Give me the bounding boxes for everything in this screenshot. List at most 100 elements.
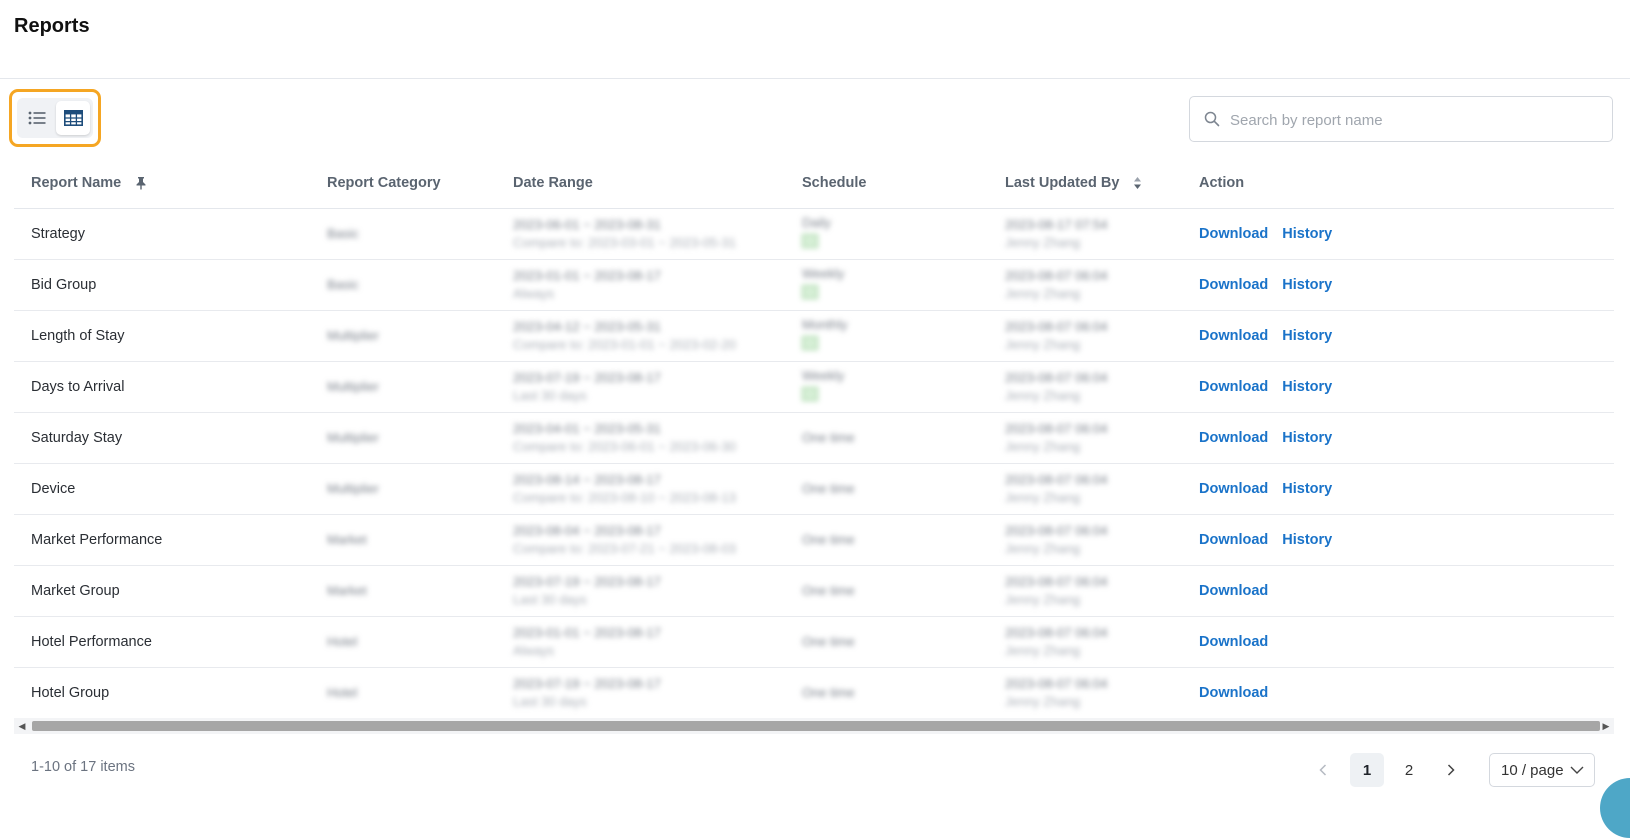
scroll-left-icon[interactable]: ◀ xyxy=(14,718,30,734)
schedule-calendar-icon xyxy=(802,285,818,299)
date-range-cell: 2023-08-04 ~ 2023-08-17 Compare to: 2023-… xyxy=(496,514,785,566)
table-row: Saturday Stay Multiplier 2023-04-01 ~ 2023… xyxy=(14,412,1614,464)
list-view-button[interactable] xyxy=(20,101,54,135)
history-link[interactable]: History xyxy=(1282,379,1332,395)
date-range-primary: 2023-08-04 ~ 2023-08-17 xyxy=(513,522,661,538)
download-link[interactable]: Download xyxy=(1199,226,1268,242)
page-2-button[interactable]: 2 xyxy=(1392,753,1426,787)
schedule-cell: Daily xyxy=(785,208,988,260)
last-updated-time: 2023-08-07 06:04 xyxy=(1005,522,1108,538)
page-header: Reports xyxy=(0,0,1630,79)
date-range-secondary: Last 30 days xyxy=(513,387,587,403)
last-updated-time: 2023-08-07 06:04 xyxy=(1005,573,1108,589)
search-input[interactable] xyxy=(1228,107,1602,133)
sort-icon[interactable] xyxy=(1133,176,1142,190)
report-category-cell: Multiplier xyxy=(310,310,496,362)
schedule-cell: Weekly xyxy=(785,259,988,311)
last-updated-user: Jenny Zhang xyxy=(1005,387,1081,403)
table-row: Strategy Basic 2023-06-01 ~ 2023-08-31 Comp… xyxy=(14,208,1614,260)
schedule-cell: One time xyxy=(785,463,988,515)
report-name-cell: Days to Arrival xyxy=(14,361,310,413)
schedule-calendar-icon xyxy=(802,336,818,350)
column-header-schedule: Schedule xyxy=(785,158,988,209)
date-range-cell: 2023-07-19 ~ 2023-08-17 Last 30 days xyxy=(496,667,785,718)
action-cell: Download xyxy=(1182,565,1614,617)
horizontal-scrollbar[interactable]: ◀ ▶ xyxy=(14,718,1614,734)
column-header-report-category: Report Category xyxy=(310,158,496,209)
schedule-value: One time xyxy=(802,531,855,547)
column-header-date-range: Date Range xyxy=(496,158,785,209)
pin-icon[interactable] xyxy=(135,176,147,190)
page-1-button[interactable]: 1 xyxy=(1350,753,1384,787)
report-category-cell: Market xyxy=(310,514,496,566)
table-row: Market Group Market 2023-07-19 ~ 2023-08-1… xyxy=(14,565,1614,617)
history-link[interactable]: History xyxy=(1282,328,1332,344)
column-header-report-name[interactable]: Report Name xyxy=(14,158,310,209)
page-title: Reports xyxy=(14,15,90,37)
date-range-primary: 2023-06-01 ~ 2023-08-31 xyxy=(513,216,661,232)
last-updated-cell: 2023-08-07 06:04 Jenny Zhang xyxy=(988,259,1182,311)
date-range-cell: 2023-04-12 ~ 2023-05-31 Compare to: 2023-… xyxy=(496,310,785,362)
date-range-cell: 2023-01-01 ~ 2023-08-17 Always xyxy=(496,616,785,668)
schedule-value: One time xyxy=(802,684,855,700)
download-link[interactable]: Download xyxy=(1199,685,1268,701)
history-link[interactable]: History xyxy=(1282,226,1332,242)
date-range-primary: 2023-08-14 ~ 2023-08-17 xyxy=(513,471,661,487)
column-header-last-updated-by[interactable]: Last Updated By xyxy=(988,158,1182,209)
date-range-secondary: Always xyxy=(513,285,555,301)
next-page-button[interactable] xyxy=(1434,753,1468,787)
action-cell: Download History xyxy=(1182,208,1614,260)
schedule-cell: One time xyxy=(785,667,988,718)
history-link[interactable]: History xyxy=(1282,481,1332,497)
download-link[interactable]: Download xyxy=(1199,328,1268,344)
report-category-cell: Multiplier xyxy=(310,361,496,413)
download-link[interactable]: Download xyxy=(1199,430,1268,446)
scroll-right-icon[interactable]: ▶ xyxy=(1598,718,1614,734)
column-header-action: Action xyxy=(1182,158,1614,209)
action-cell: Download History xyxy=(1182,412,1614,464)
reports-table-container: Report Name Report Category Date Range S… xyxy=(14,158,1614,718)
prev-page-button[interactable] xyxy=(1306,753,1340,787)
last-updated-time: 2023-08-07 06:04 xyxy=(1005,471,1108,487)
last-updated-user: Jenny Zhang xyxy=(1005,285,1081,301)
action-cell: Download xyxy=(1182,616,1614,668)
download-link[interactable]: Download xyxy=(1199,277,1268,293)
table-view-button[interactable] xyxy=(56,101,90,135)
report-category-cell: Basic xyxy=(310,259,496,311)
download-link[interactable]: Download xyxy=(1199,379,1268,395)
download-link[interactable]: Download xyxy=(1199,634,1268,650)
schedule-cell: One time xyxy=(785,565,988,617)
download-link[interactable]: Download xyxy=(1199,532,1268,548)
view-toggle xyxy=(9,89,101,147)
table-row: Hotel Performance Hotel 2023-01-01 ~ 2023-… xyxy=(14,616,1614,668)
schedule-cell: Weekly xyxy=(785,361,988,413)
date-range-primary: 2023-07-19 ~ 2023-08-17 xyxy=(513,573,661,589)
last-updated-cell: 2023-08-17 07:54 Jenny Zhang xyxy=(988,208,1182,260)
download-link[interactable]: Download xyxy=(1199,583,1268,599)
last-updated-cell: 2023-08-07 06:04 Jenny Zhang xyxy=(988,310,1182,362)
date-range-primary: 2023-01-01 ~ 2023-08-17 xyxy=(513,267,661,283)
date-range-cell: 2023-07-19 ~ 2023-08-17 Last 30 days xyxy=(496,361,785,413)
report-name-cell: Hotel Performance xyxy=(14,616,310,668)
schedule-cell: One time xyxy=(785,616,988,668)
last-updated-user: Jenny Zhang xyxy=(1005,489,1081,505)
search-box xyxy=(1189,96,1613,142)
date-range-secondary: Always xyxy=(513,642,555,658)
page-size-select[interactable]: 10 / page xyxy=(1489,753,1595,787)
date-range-cell: 2023-06-01 ~ 2023-08-31 Compare to: 2023-… xyxy=(496,208,785,260)
date-range-cell: 2023-04-01 ~ 2023-05-31 Compare to: 2023-… xyxy=(496,412,785,464)
chevron-right-icon xyxy=(1447,764,1455,776)
report-category-cell: Multiplier xyxy=(310,463,496,515)
report-name-cell: Bid Group xyxy=(14,259,310,311)
history-link[interactable]: History xyxy=(1282,532,1332,548)
date-range-secondary: Last 30 days xyxy=(513,591,587,607)
history-link[interactable]: History xyxy=(1282,277,1332,293)
scrollbar-thumb[interactable] xyxy=(32,721,1600,731)
last-updated-time: 2023-08-07 06:04 xyxy=(1005,624,1108,640)
history-link[interactable]: History xyxy=(1282,430,1332,446)
last-updated-user: Jenny Zhang xyxy=(1005,438,1081,454)
corner-decoration xyxy=(1600,778,1630,838)
date-range-secondary: Compare to: 2023-06-01 ~ 2023-06-30 xyxy=(513,438,736,454)
last-updated-cell: 2023-08-07 06:04 Jenny Zhang xyxy=(988,514,1182,566)
download-link[interactable]: Download xyxy=(1199,481,1268,497)
